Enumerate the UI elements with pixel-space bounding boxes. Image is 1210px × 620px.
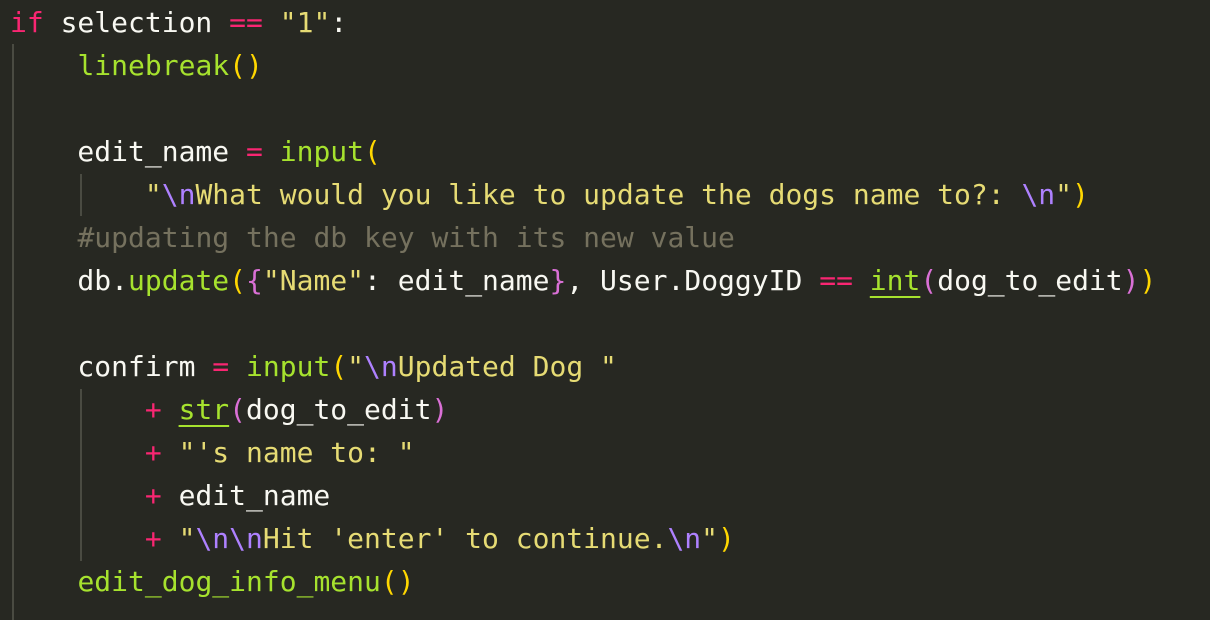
- code-token: (: [920, 264, 938, 297]
- code-token: ): [431, 393, 449, 426]
- code-token: ): [1122, 264, 1140, 297]
- code-token: dog_to_edit: [246, 393, 432, 426]
- code-token: str: [178, 393, 230, 426]
- code-token: (: [229, 264, 247, 297]
- code-token: update: [128, 264, 230, 297]
- code-token: edit_name: [161, 479, 331, 512]
- code-token: "'s name to: ": [178, 436, 415, 469]
- code-token: +: [144, 479, 162, 512]
- code-line[interactable]: "\nWhat would you like to update the dog…: [10, 173, 1089, 216]
- code-token: +: [144, 522, 162, 555]
- code-token: {: [246, 264, 263, 297]
- code-token: \n: [1021, 178, 1056, 211]
- code-token: , User.DoggyID: [566, 264, 820, 297]
- code-token: ": [178, 522, 196, 555]
- code-line[interactable]: db.update({"Name": edit_name}, User.Dogg…: [10, 259, 1156, 302]
- code-token: ": [347, 350, 365, 383]
- code-token: \n: [161, 178, 196, 211]
- code-token: dog_to_edit: [937, 264, 1123, 297]
- code-token: if: [10, 6, 44, 39]
- code-token: +: [144, 436, 162, 469]
- code-line[interactable]: edit_dog_info_menu(): [10, 560, 415, 603]
- code-token: edit_name: [10, 135, 247, 168]
- code-line[interactable]: linebreak(): [10, 44, 263, 87]
- code-token: confirm: [10, 350, 213, 383]
- code-token: ": [1055, 178, 1073, 211]
- code-line[interactable]: confirm = input("\nUpdated Dog ": [10, 345, 617, 388]
- code-token: =: [246, 135, 263, 168]
- code-token: #updating the db key with its new value: [77, 221, 735, 254]
- code-token: "Name": [262, 264, 365, 297]
- code-token: Updated Dog ": [397, 350, 617, 383]
- code-editor[interactable]: if selection == "1": linebreak() edit_na…: [0, 0, 1210, 620]
- code-line[interactable]: if selection == "1":: [10, 1, 347, 44]
- code-token: db.: [10, 264, 129, 297]
- code-token: ): [1072, 178, 1089, 211]
- code-token: ==: [819, 264, 853, 297]
- code-token: input: [279, 135, 365, 168]
- code-token: ): [1139, 264, 1157, 297]
- code-token: ": [144, 178, 162, 211]
- code-token: "1": [279, 6, 331, 39]
- code-token: +: [144, 393, 162, 426]
- code-token: linebreak: [77, 49, 230, 82]
- code-token: }: [549, 264, 567, 297]
- code-line[interactable]: + "'s name to: ": [10, 431, 415, 474]
- code-token: ): [718, 522, 735, 555]
- code-token: ==: [229, 6, 263, 39]
- code-line[interactable]: + edit_name: [10, 474, 330, 517]
- code-token: edit_dog_info_menu: [77, 565, 381, 598]
- code-token: int: [869, 264, 921, 297]
- code-line[interactable]: + str(dog_to_edit): [10, 388, 448, 431]
- code-token: input: [246, 350, 331, 383]
- code-token: \n: [364, 350, 398, 383]
- code-token: Hit 'enter' to continue.: [262, 522, 668, 555]
- code-token: ": [701, 522, 719, 555]
- code-token: (: [330, 350, 348, 383]
- code-token: (): [229, 49, 263, 82]
- code-token: selection: [43, 6, 230, 39]
- code-line[interactable]: #updating the db key with its new value: [10, 216, 735, 259]
- code-token: : edit_name: [364, 264, 550, 297]
- code-token: :: [330, 6, 348, 39]
- code-token: (: [229, 393, 247, 426]
- code-line[interactable]: + "\n\nHit 'enter' to continue.\n"): [10, 517, 735, 560]
- code-token: (): [380, 565, 415, 598]
- code-token: (: [364, 135, 381, 168]
- code-token: What would you like to update the dogs n…: [195, 178, 1022, 211]
- code-line[interactable]: edit_name = input(: [10, 130, 381, 173]
- code-token: \n\n: [195, 522, 263, 555]
- code-token: \n: [667, 522, 702, 555]
- code-token: =: [212, 350, 230, 383]
